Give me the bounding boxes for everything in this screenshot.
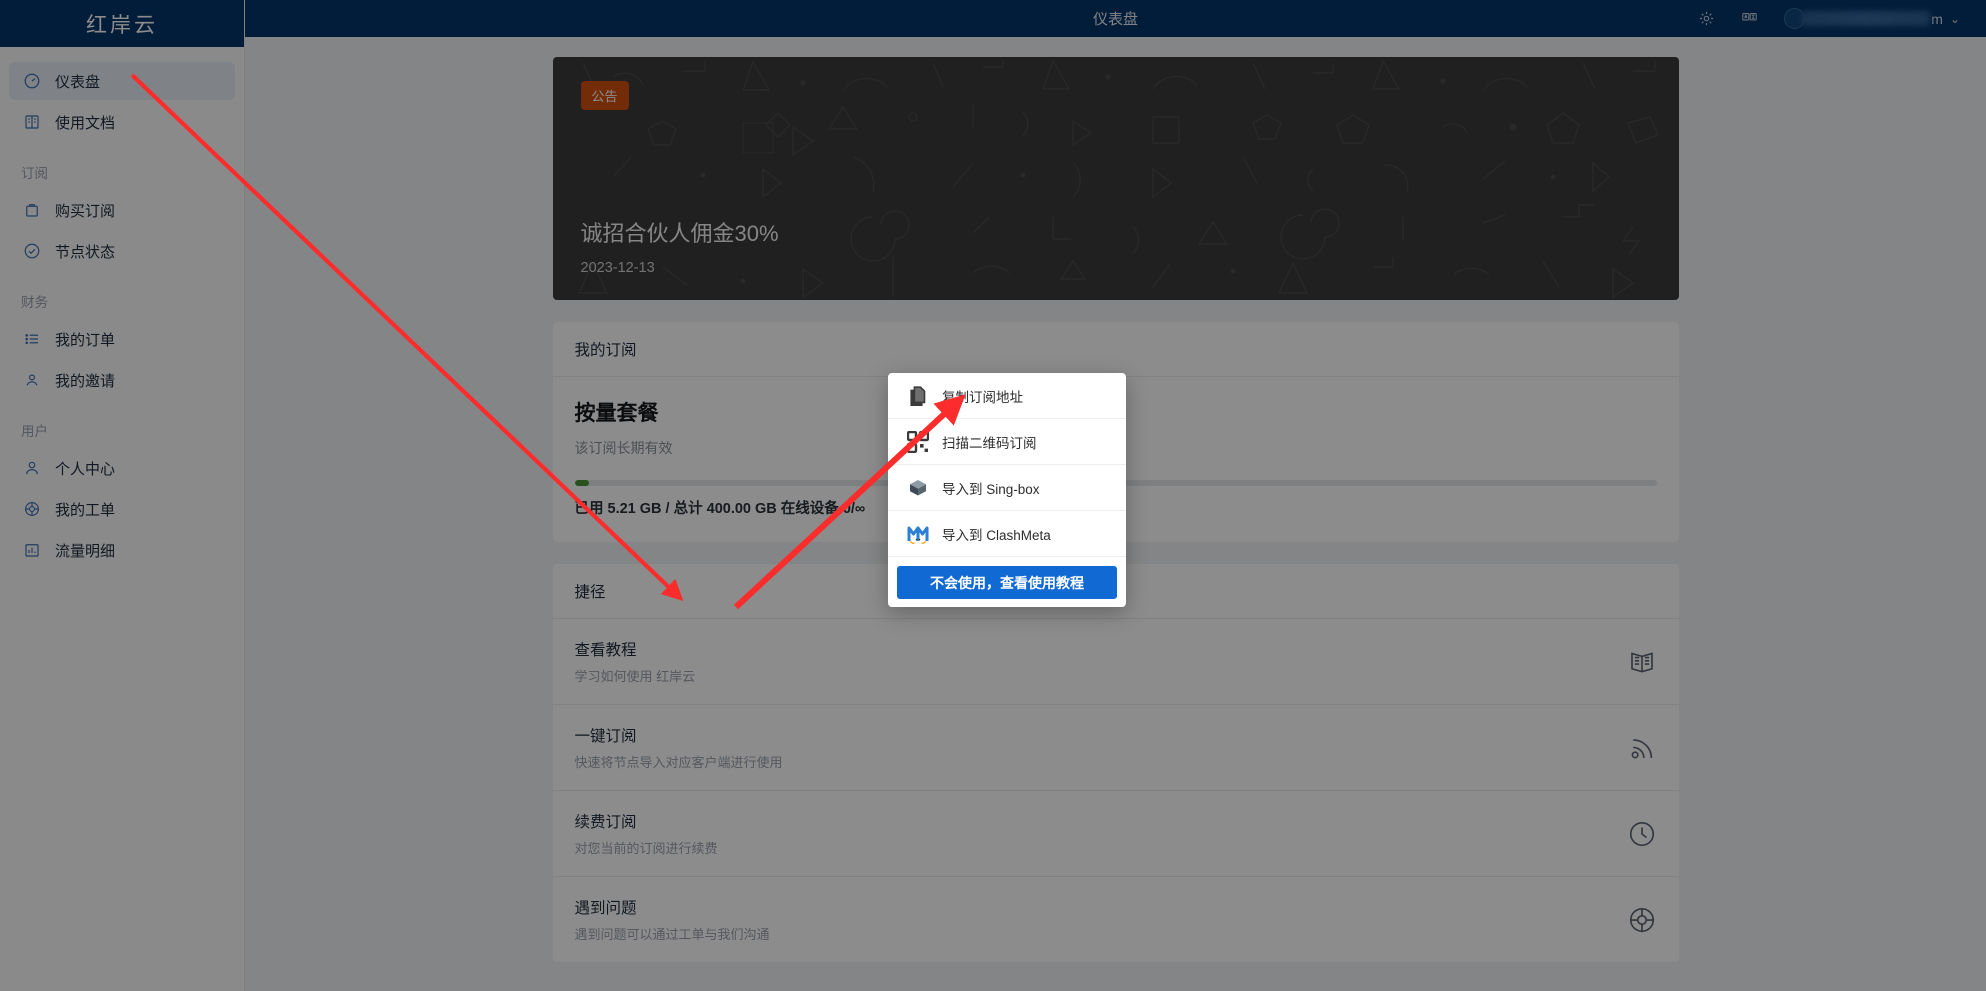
menu-item-label: 导入到 Sing-box bbox=[942, 478, 1040, 498]
singbox-icon bbox=[900, 476, 936, 500]
menu-item-import-singbox[interactable]: 导入到 Sing-box bbox=[888, 465, 1126, 511]
menu-item-label: 复制订阅地址 bbox=[942, 386, 1023, 406]
menu-item-label: 导入到 ClashMeta bbox=[942, 524, 1051, 544]
menu-item-copy-subscription-url[interactable]: 复制订阅地址 bbox=[888, 373, 1126, 419]
menu-item-import-clashmeta[interactable]: 导入到 ClashMeta bbox=[888, 511, 1126, 557]
clashmeta-icon bbox=[900, 522, 936, 546]
app-root: 红岸云 仪表盘 使用文档 订阅 bbox=[0, 0, 1986, 991]
qrcode-icon bbox=[900, 431, 936, 453]
menu-item-scan-qrcode[interactable]: 扫描二维码订阅 bbox=[888, 419, 1126, 465]
subscribe-popup-menu: 复制订阅地址 扫描二维码订阅 bbox=[888, 373, 1126, 607]
view-tutorial-button[interactable]: 不会使用，查看使用教程 bbox=[897, 566, 1117, 599]
copy-icon bbox=[900, 384, 936, 408]
menu-item-label: 扫描二维码订阅 bbox=[942, 432, 1037, 452]
